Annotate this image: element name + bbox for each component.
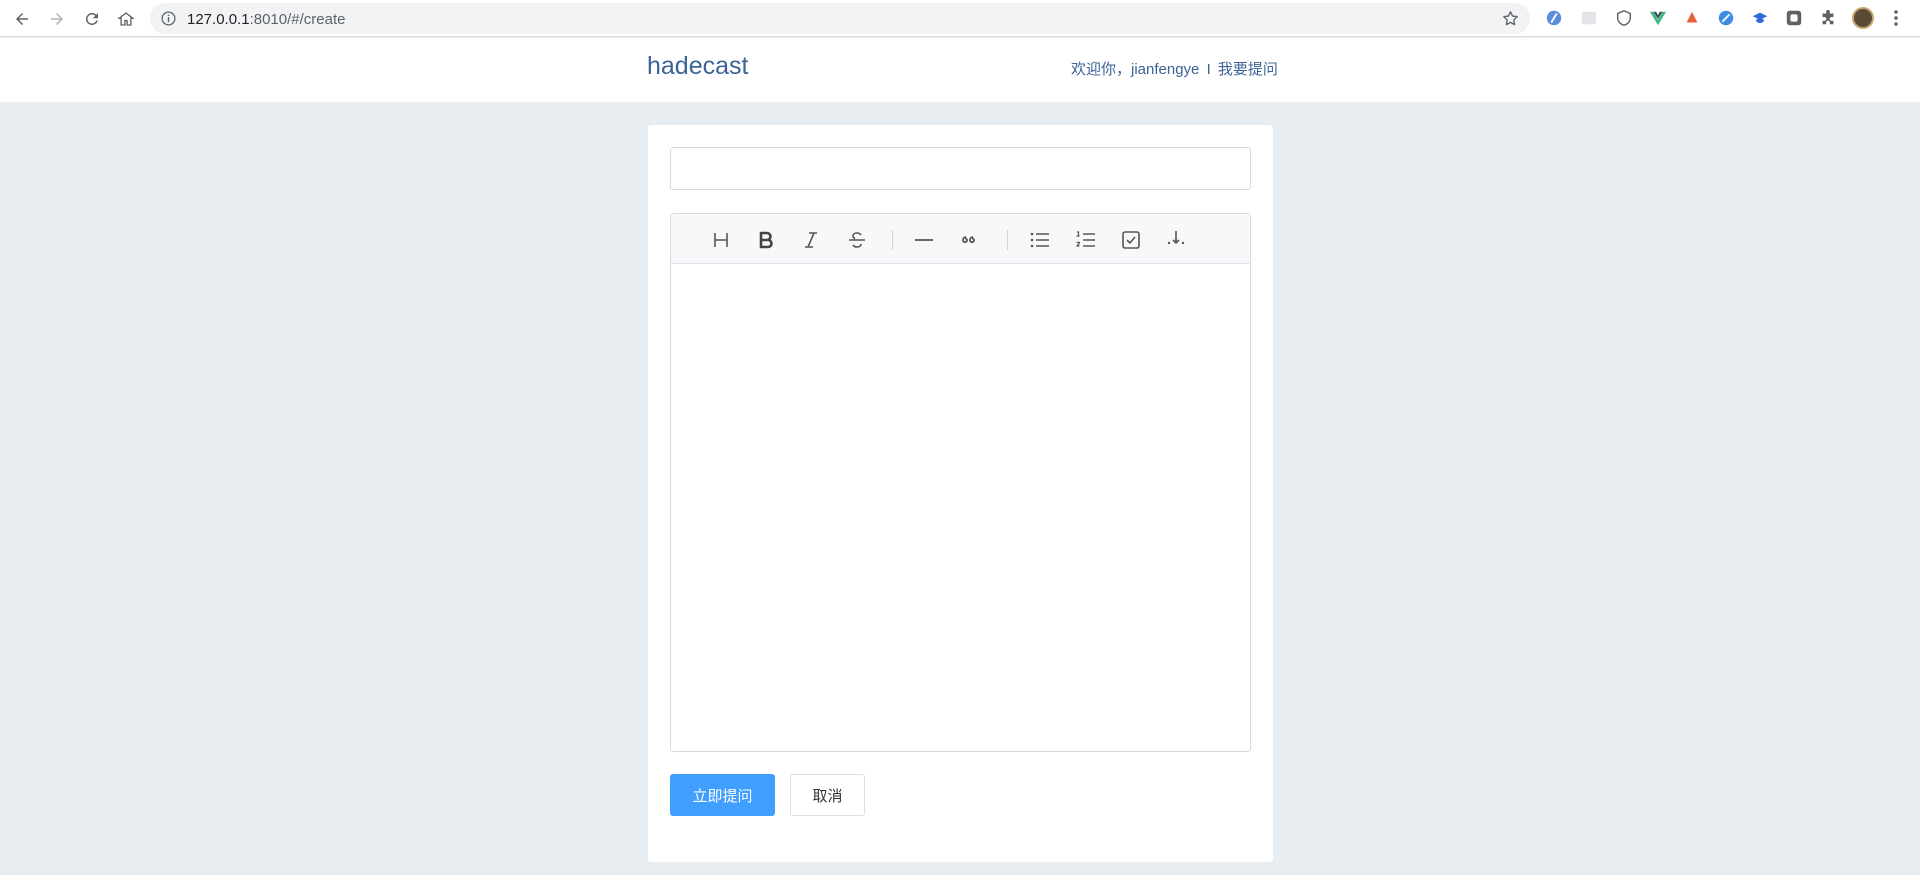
user-nav: 欢迎你，jianfengye I 我要提问 — [1071, 58, 1278, 79]
bullet-list-icon[interactable] — [1026, 226, 1054, 254]
toolbar-divider — [1007, 230, 1008, 250]
extension-1-icon[interactable] — [1544, 8, 1564, 28]
create-question-card: 立即提问 取消 — [648, 125, 1273, 862]
extension-compass-icon[interactable] — [1716, 8, 1736, 28]
extension-box-icon[interactable] — [1784, 8, 1804, 28]
bold-icon[interactable] — [752, 226, 780, 254]
nav-separator: I — [1206, 61, 1211, 78]
back-icon[interactable] — [10, 7, 34, 31]
editor-toolbar — [671, 214, 1250, 264]
vue-devtools-icon[interactable] — [1648, 8, 1668, 28]
browser-toolbar: 127.0.0.1:8010/#/create — [0, 0, 1920, 37]
ordered-list-icon[interactable] — [1072, 226, 1100, 254]
url-host: 127.0.0.1 — [187, 11, 250, 28]
ask-question-link[interactable]: 我要提问 — [1218, 58, 1278, 79]
bookmark-star-icon[interactable] — [1501, 9, 1520, 28]
submit-question-button[interactable]: 立即提问 — [670, 774, 775, 816]
editor-text-area[interactable] — [671, 264, 1250, 751]
menu-icon[interactable] — [1888, 8, 1904, 28]
title-input[interactable] — [670, 147, 1251, 190]
url-path: :8010/#/create — [249, 11, 346, 28]
home-icon[interactable] — [114, 7, 138, 31]
horizontal-rule-icon[interactable] — [910, 226, 938, 254]
strikethrough-icon[interactable] — [843, 226, 871, 254]
cancel-button[interactable]: 取消 — [790, 774, 865, 816]
quote-icon[interactable] — [955, 226, 983, 254]
toolbar-divider — [892, 230, 893, 250]
italic-icon[interactable] — [797, 226, 825, 254]
app-header: hadecast 欢迎你，jianfengye I 我要提问 — [0, 38, 1920, 102]
welcome-user-link[interactable]: 欢迎你，jianfengye — [1071, 58, 1199, 79]
address-bar[interactable]: 127.0.0.1:8010/#/create — [150, 3, 1530, 34]
extension-cap-icon[interactable] — [1750, 8, 1770, 28]
markdown-editor — [670, 213, 1251, 752]
site-logo[interactable]: hadecast — [647, 52, 748, 81]
split-preview-icon[interactable] — [1162, 226, 1190, 254]
heading-icon[interactable] — [707, 226, 735, 254]
forward-icon[interactable] — [45, 7, 69, 31]
task-list-icon[interactable] — [1117, 226, 1145, 254]
profile-avatar[interactable] — [1852, 7, 1874, 29]
extensions-icon[interactable] — [1818, 8, 1838, 28]
extension-shield-icon[interactable] — [1614, 8, 1634, 28]
info-icon[interactable] — [160, 10, 177, 27]
url-text[interactable]: 127.0.0.1:8010/#/create — [187, 11, 345, 28]
reload-icon[interactable] — [80, 7, 104, 31]
extension-tree-icon[interactable] — [1682, 8, 1702, 28]
extension-2-icon[interactable] — [1579, 8, 1599, 28]
